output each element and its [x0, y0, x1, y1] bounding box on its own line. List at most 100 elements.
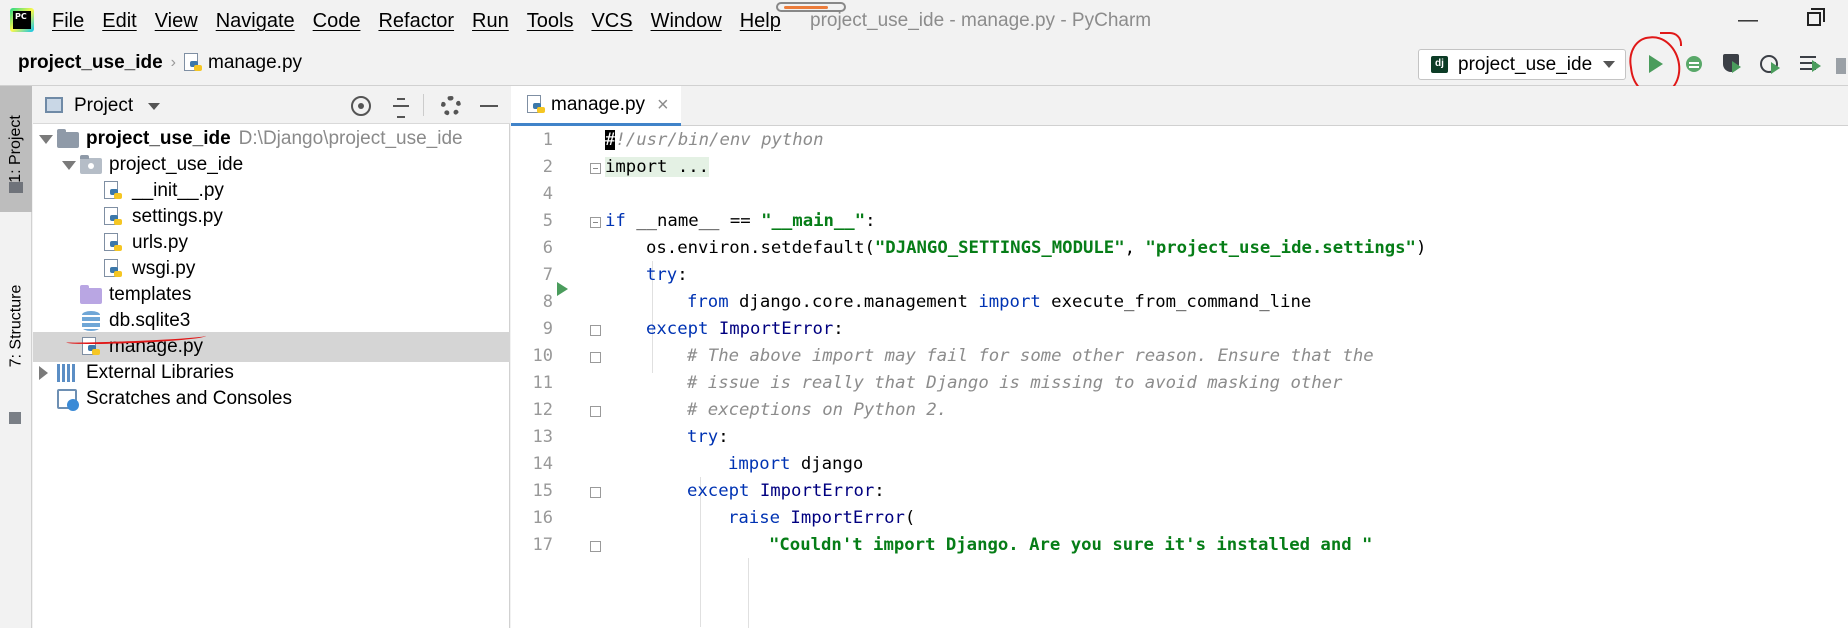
- expand-arrow-icon[interactable]: [39, 135, 53, 144]
- menu-navigate[interactable]: Navigate: [216, 10, 295, 33]
- pycharm-logo-icon: PC: [10, 8, 34, 32]
- editor-tab-label: manage.py: [551, 93, 646, 115]
- main-menu: File Edit View Navigate Code Refactor Ru…: [52, 10, 799, 33]
- menu-tools[interactable]: Tools: [527, 10, 574, 33]
- django-icon: dj: [1431, 56, 1448, 73]
- line-number: 12: [532, 400, 553, 420]
- python-file-icon: [104, 259, 122, 279]
- fold-icon[interactable]: [590, 352, 601, 363]
- tree-label: wsgi.py: [132, 258, 196, 279]
- breadcrumb-file[interactable]: manage.py: [208, 52, 302, 74]
- window-title: project_use_ide - manage.py - PyCharm: [810, 10, 1152, 31]
- toolbar-overflow-button[interactable]: [1836, 58, 1846, 74]
- concurrency-diagram-button[interactable]: [1796, 50, 1824, 78]
- code-line-11: # issue is really that Django is missing…: [687, 373, 1343, 393]
- code-line-6: os.environ.setdefault("DJANGO_SETTINGS_M…: [646, 238, 1427, 258]
- line-number: 17: [532, 535, 553, 555]
- expand-arrow-icon[interactable]: [39, 366, 48, 380]
- hide-panel-icon[interactable]: [479, 96, 499, 116]
- menu-code[interactable]: Code: [313, 10, 361, 33]
- close-icon[interactable]: ×: [657, 94, 669, 117]
- templates-folder-icon: [80, 285, 102, 304]
- package-folder-icon: [80, 155, 102, 174]
- indent-guide: [748, 558, 749, 628]
- tree-label: settings.py: [132, 206, 223, 227]
- line-number: 1: [542, 130, 553, 150]
- project-panel-header: Project: [33, 86, 510, 124]
- gear-icon[interactable]: [441, 96, 461, 116]
- menu-window[interactable]: Window: [651, 10, 722, 33]
- folder-icon: [57, 129, 79, 148]
- text-cursor: #: [605, 130, 616, 150]
- scratches-icon: [57, 389, 79, 411]
- tree-label: Scratches and Consoles: [86, 388, 292, 409]
- breadcrumb-project[interactable]: project_use_ide: [18, 52, 163, 74]
- python-file-icon: [184, 53, 202, 73]
- tool-tab-project[interactable]: 1: Project: [0, 86, 32, 212]
- menu-help[interactable]: Help: [740, 10, 781, 33]
- breadcrumb-separator-icon: ›: [170, 54, 176, 71]
- python-file-icon: [104, 233, 122, 253]
- collapse-all-icon[interactable]: [391, 96, 411, 118]
- line-number: 10: [532, 346, 553, 366]
- line-number: 4: [542, 184, 553, 204]
- project-path: D:\Django\project_use_ide: [238, 128, 463, 149]
- code-line-17: "Couldn't import Django. Are you sure it…: [769, 535, 1373, 555]
- title-bar: PC File Edit View Navigate Code Refactor…: [0, 0, 1848, 42]
- editor-tab-manage[interactable]: manage.py ×: [511, 86, 681, 126]
- database-icon: [82, 311, 100, 331]
- python-file-icon: [104, 207, 122, 227]
- code-line-12: # exceptions on Python 2.: [687, 400, 948, 420]
- run-configuration-select[interactable]: dj project_use_ide: [1418, 49, 1626, 80]
- tree-label: db.sqlite3: [109, 310, 191, 331]
- project-view-icon: [45, 97, 63, 113]
- debug-button[interactable]: [1680, 50, 1708, 78]
- chevron-down-icon[interactable]: [148, 103, 160, 110]
- code-area[interactable]: #!/usr/bin/env python import ... if __na…: [605, 126, 1835, 628]
- expand-arrow-icon[interactable]: [62, 161, 76, 170]
- fold-icon[interactable]: [590, 217, 601, 228]
- header-divider: [423, 94, 424, 116]
- profile-button[interactable]: [1756, 50, 1784, 78]
- tree-label: urls.py: [132, 232, 188, 253]
- restore-button[interactable]: [1807, 8, 1825, 26]
- structure-icon: [9, 412, 21, 424]
- fold-icon[interactable]: [590, 163, 601, 174]
- menu-view[interactable]: View: [155, 10, 198, 33]
- tree-row-scratches[interactable]: Scratches and Consoles: [33, 384, 510, 414]
- tree-label: External Libraries: [86, 362, 234, 383]
- run-gutter-icon[interactable]: [557, 282, 568, 296]
- code-line-9: except ImportError:: [646, 319, 844, 339]
- code-line-15: except ImportError:: [687, 481, 885, 501]
- chevron-down-icon: [1603, 61, 1615, 68]
- menu-edit[interactable]: Edit: [102, 10, 136, 33]
- menu-run[interactable]: Run: [472, 10, 509, 33]
- editor-gutter: 1 2 4 5 6 7 8 9 10 11 12 13 14 15 16 17: [511, 126, 601, 628]
- project-panel: Project project_use_ide D:\Django\project…: [33, 86, 510, 628]
- menu-vcs[interactable]: VCS: [591, 10, 632, 33]
- fold-icon[interactable]: [590, 487, 601, 498]
- python-file-icon: [527, 94, 545, 115]
- minimize-button[interactable]: —: [1738, 9, 1758, 32]
- tree-label: templates: [109, 284, 192, 305]
- run-with-coverage-button[interactable]: [1718, 50, 1746, 78]
- line-number: 6: [542, 238, 553, 258]
- breadcrumb: project_use_ide › manage.py: [18, 52, 302, 74]
- tool-tab-structure[interactable]: 7: Structure: [0, 216, 32, 436]
- tool-tab-structure-label: 7: Structure: [7, 284, 25, 368]
- editor-tabs: manage.py ×: [511, 86, 1848, 126]
- fold-end-icon[interactable]: [590, 406, 601, 417]
- code-line-2: import ...: [605, 154, 710, 181]
- line-number: 13: [532, 427, 553, 447]
- code-line-14: import django: [728, 454, 864, 474]
- line-number: 11: [532, 373, 553, 393]
- folded-imports[interactable]: import ...: [605, 157, 710, 177]
- fold-end-icon[interactable]: [590, 325, 601, 336]
- code-line-5: if __name__ == "__main__":: [605, 211, 876, 231]
- project-view-select[interactable]: Project: [74, 95, 133, 117]
- locate-icon[interactable]: [351, 96, 371, 116]
- fold-icon[interactable]: [590, 541, 601, 552]
- tree-label: project_use_ide D:\Django\project_use_ide: [86, 128, 463, 149]
- menu-refactor[interactable]: Refactor: [378, 10, 454, 33]
- menu-file[interactable]: File: [52, 10, 84, 33]
